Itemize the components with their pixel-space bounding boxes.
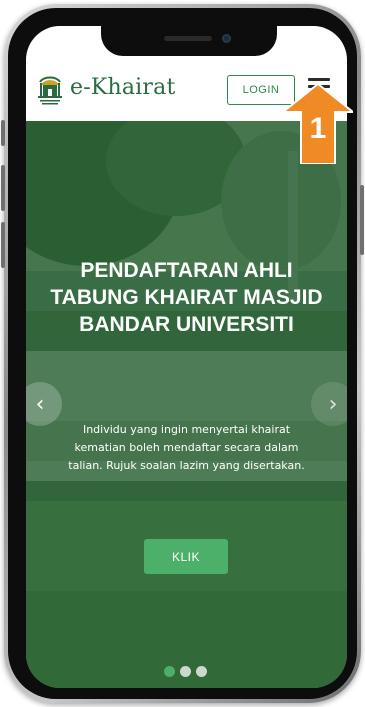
phone-side-button xyxy=(1,120,5,146)
hero-carousel: PENDAFTARAN AHLI TABUNG KHAIRAT MASJID B… xyxy=(26,121,347,688)
phone-speaker xyxy=(164,36,212,41)
phone-side-button xyxy=(360,185,364,255)
phone-camera-icon xyxy=(222,34,231,43)
chevron-left-icon: ‹ xyxy=(35,391,45,417)
mosque-logo-icon xyxy=(38,76,62,105)
callout-number: 1 xyxy=(309,112,327,145)
phone-notch xyxy=(101,26,277,56)
carousel-indicators xyxy=(164,666,207,677)
phone-side-button xyxy=(1,222,5,268)
phone-side-button xyxy=(1,165,5,211)
step-callout: 1 xyxy=(280,82,356,165)
carousel-dot-3[interactable] xyxy=(196,666,207,677)
klik-button[interactable]: KLIK xyxy=(144,539,228,574)
carousel-next-button[interactable]: › xyxy=(311,382,347,426)
chevron-right-icon: › xyxy=(328,391,338,417)
brand-name[interactable]: e-Khairat xyxy=(70,75,175,100)
hero-overlay xyxy=(26,121,347,688)
carousel-dot-1[interactable] xyxy=(164,666,175,677)
hero-description: Individu yang ingin menyertai khairat ke… xyxy=(68,423,305,472)
carousel-dot-2[interactable] xyxy=(180,666,191,677)
hero-title: PENDAFTARAN AHLI TABUNG KHAIRAT MASJID B… xyxy=(50,259,323,336)
